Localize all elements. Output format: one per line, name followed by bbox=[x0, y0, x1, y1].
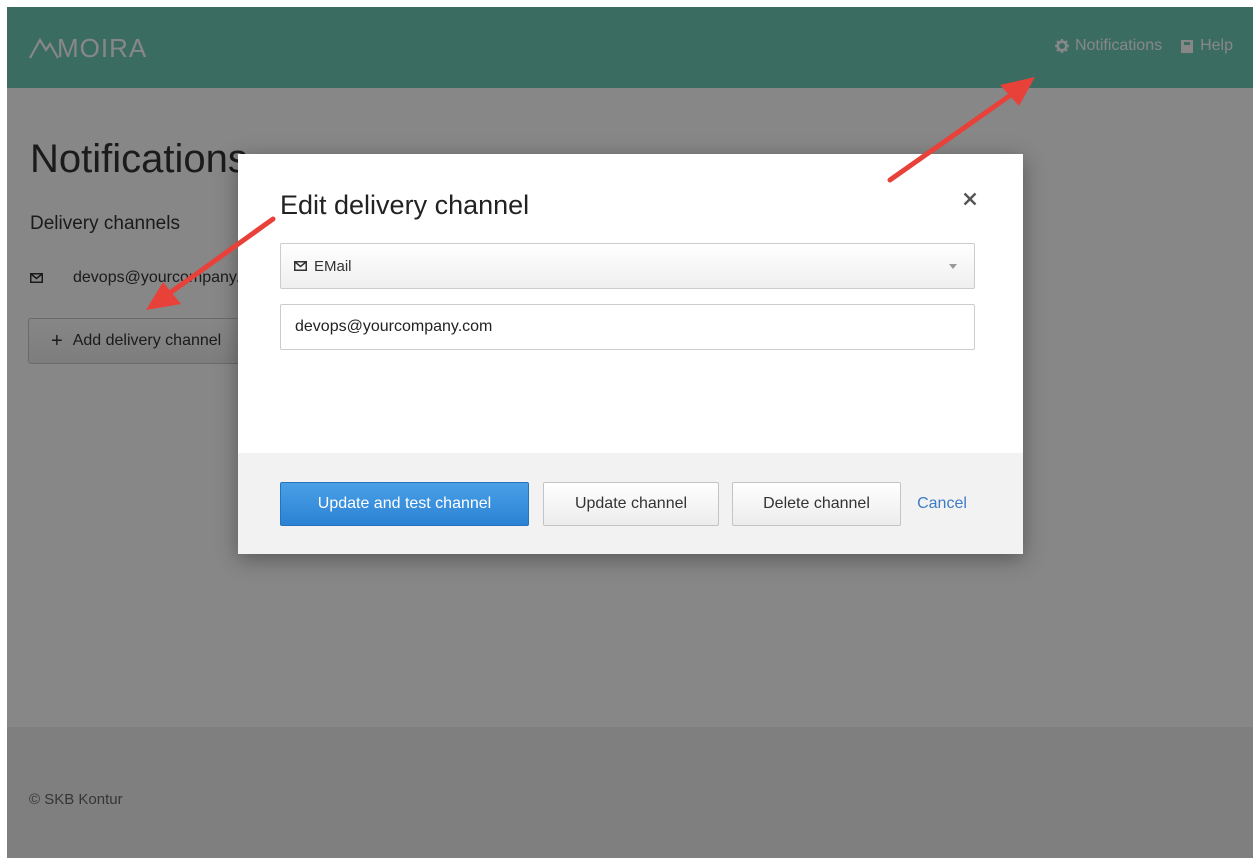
app-window: MOIRA Notifications Help Notifications D… bbox=[7, 7, 1253, 858]
channel-address-input[interactable] bbox=[280, 304, 975, 350]
mail-icon bbox=[294, 261, 307, 271]
update-channel-button[interactable]: Update channel bbox=[543, 482, 719, 526]
update-and-test-button[interactable]: Update and test channel bbox=[280, 482, 529, 526]
close-icon[interactable] bbox=[959, 188, 981, 210]
dialog-footer: Update and test channel Update channel D… bbox=[238, 453, 1023, 554]
caret-down-icon bbox=[949, 264, 957, 269]
dialog-title: Edit delivery channel bbox=[280, 190, 530, 220]
edit-channel-dialog: Edit delivery channel EMail Update and t… bbox=[238, 154, 1023, 554]
channel-type-select[interactable]: EMail bbox=[280, 243, 975, 289]
cancel-link[interactable]: Cancel bbox=[908, 482, 976, 526]
channel-type-value: EMail bbox=[314, 257, 352, 275]
delete-channel-button[interactable]: Delete channel bbox=[732, 482, 901, 526]
